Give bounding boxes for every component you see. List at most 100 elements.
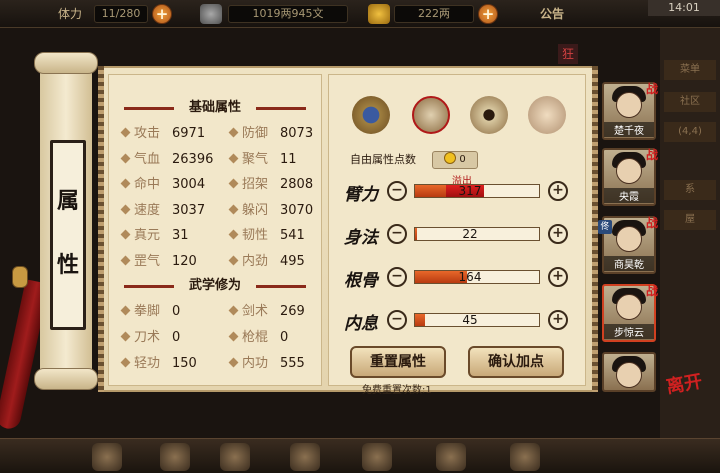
stat-value: 3037 (172, 202, 206, 218)
diamond-icon (120, 178, 131, 189)
decrease-button[interactable]: − (387, 224, 407, 244)
community-tag[interactable]: 社区 (664, 92, 716, 112)
gold-value: 222两 (394, 5, 474, 23)
martial-value: 269 (280, 304, 305, 319)
character-name: 步惊云 (604, 324, 654, 339)
menu-icon[interactable] (290, 443, 320, 471)
increase-button[interactable]: + (548, 310, 568, 330)
free-points-value: 0 (432, 151, 478, 169)
decrease-button[interactable]: − (387, 310, 407, 330)
menu-icon[interactable] (436, 443, 466, 471)
scroll-top-cap (34, 52, 98, 74)
battle-tag: 战 (645, 148, 658, 162)
martial-label: 枪棍 (242, 330, 269, 345)
attribute-value: 164 (458, 270, 482, 284)
gold-ingot-icon (368, 4, 390, 24)
diamond-icon (228, 305, 239, 316)
rage-badge: 狂 (558, 44, 578, 64)
stat-value: 8073 (280, 126, 314, 141)
add-gold-button[interactable]: + (478, 4, 498, 24)
side-tag[interactable]: 屋 (664, 210, 716, 230)
diamond-icon (120, 153, 131, 164)
increase-button[interactable]: + (548, 267, 568, 287)
bottom-bar (0, 438, 720, 473)
stat-value: 11 (280, 151, 297, 167)
diamond-icon (120, 305, 131, 316)
diamond-icon (228, 357, 239, 368)
martial-title: 武学修为 (120, 277, 310, 295)
attribute-bar: 45 (414, 313, 540, 327)
attribute-name: 臂力 (344, 185, 378, 205)
martial-value: 150 (172, 356, 197, 371)
martial-value: 0 (172, 330, 181, 345)
martial-value: 555 (280, 356, 305, 371)
confirm-points-button[interactable]: 确认加点 (468, 346, 564, 378)
stat-item: 罡气 120 (120, 253, 197, 271)
stat-label: 真元 (134, 228, 161, 244)
attribute-bar: 317 (414, 184, 540, 198)
attribute-bar: 22 (414, 227, 540, 241)
top-bar: 体力 11/280 + 1019两945文 222两 + 公告 14:01 (0, 0, 720, 28)
menu-icon[interactable] (92, 443, 122, 471)
side-tag[interactable]: 系 (664, 180, 716, 200)
stat-item: 招架 2808 (228, 176, 314, 194)
stat-label: 韧性 (242, 228, 269, 244)
stamina-label: 体力 (58, 7, 83, 21)
diamond-icon (120, 229, 131, 240)
menu-icon[interactable] (220, 443, 250, 471)
character-portrait[interactable]: 步惊云 战 (602, 284, 658, 342)
menu-icon[interactable] (160, 443, 190, 471)
face (616, 92, 642, 118)
stat-value: 31 (172, 228, 189, 244)
body-icon[interactable] (528, 96, 566, 134)
hat-icon[interactable] (352, 96, 390, 134)
companion-badge: 佟 (598, 220, 612, 234)
decrease-button[interactable]: − (387, 267, 407, 287)
decrease-button[interactable]: − (387, 181, 407, 201)
menu-icon[interactable] (362, 443, 392, 471)
character-portrait[interactable]: 楚千夜 战 (602, 82, 658, 140)
martial-label: 内功 (242, 356, 269, 371)
add-stamina-button[interactable]: + (152, 4, 172, 24)
stamina-value: 11/280 (94, 5, 148, 23)
martial-item: 剑术 269 (228, 303, 305, 321)
stat-value: 541 (280, 228, 305, 244)
martial-item: 轻功 150 (120, 355, 197, 373)
increase-button[interactable]: + (548, 181, 568, 201)
stat-item: 躲闪 3070 (228, 202, 313, 220)
stat-label: 速度 (134, 202, 161, 218)
character-portrait[interactable]: 央霞 战 (602, 148, 658, 206)
reset-attributes-button[interactable]: 重置属性 (350, 346, 446, 378)
martial-label: 刀术 (134, 330, 161, 345)
stat-item: 攻击 6971 (120, 125, 206, 143)
martial-item: 刀术 0 (120, 329, 181, 347)
stat-label: 内劲 (242, 254, 269, 269)
diamond-icon (120, 127, 131, 138)
stat-value: 6971 (172, 126, 206, 141)
martial-item: 枪棍 0 (228, 329, 289, 347)
stat-item: 真元 31 (120, 227, 189, 245)
martial-label: 拳脚 (134, 304, 161, 319)
stat-label: 命中 (134, 177, 161, 193)
menu-tag[interactable]: 菜单 (664, 60, 716, 80)
silver-ingot-icon (200, 4, 222, 24)
taiji-icon[interactable] (470, 96, 508, 134)
diamond-icon (228, 255, 239, 266)
diamond-icon (228, 229, 239, 240)
stat-label: 防御 (242, 126, 269, 141)
attribute-book-icon[interactable] (412, 96, 450, 134)
announcement-button[interactable]: 公告 (540, 4, 564, 24)
character-portrait[interactable] (602, 352, 656, 392)
martial-item: 内功 555 (228, 355, 305, 373)
stat-value: 120 (172, 254, 197, 269)
stat-value: 3004 (172, 177, 206, 193)
character-name: 商昊乾 (604, 256, 654, 271)
martial-value: 0 (280, 330, 289, 345)
menu-icon[interactable] (510, 443, 540, 471)
stat-label: 躲闪 (242, 202, 269, 218)
increase-button[interactable]: + (548, 224, 568, 244)
martial-label: 剑术 (242, 304, 269, 319)
stat-value: 2808 (280, 177, 314, 193)
stat-item: 韧性 541 (228, 227, 305, 245)
attribute-name: 身法 (344, 228, 378, 248)
